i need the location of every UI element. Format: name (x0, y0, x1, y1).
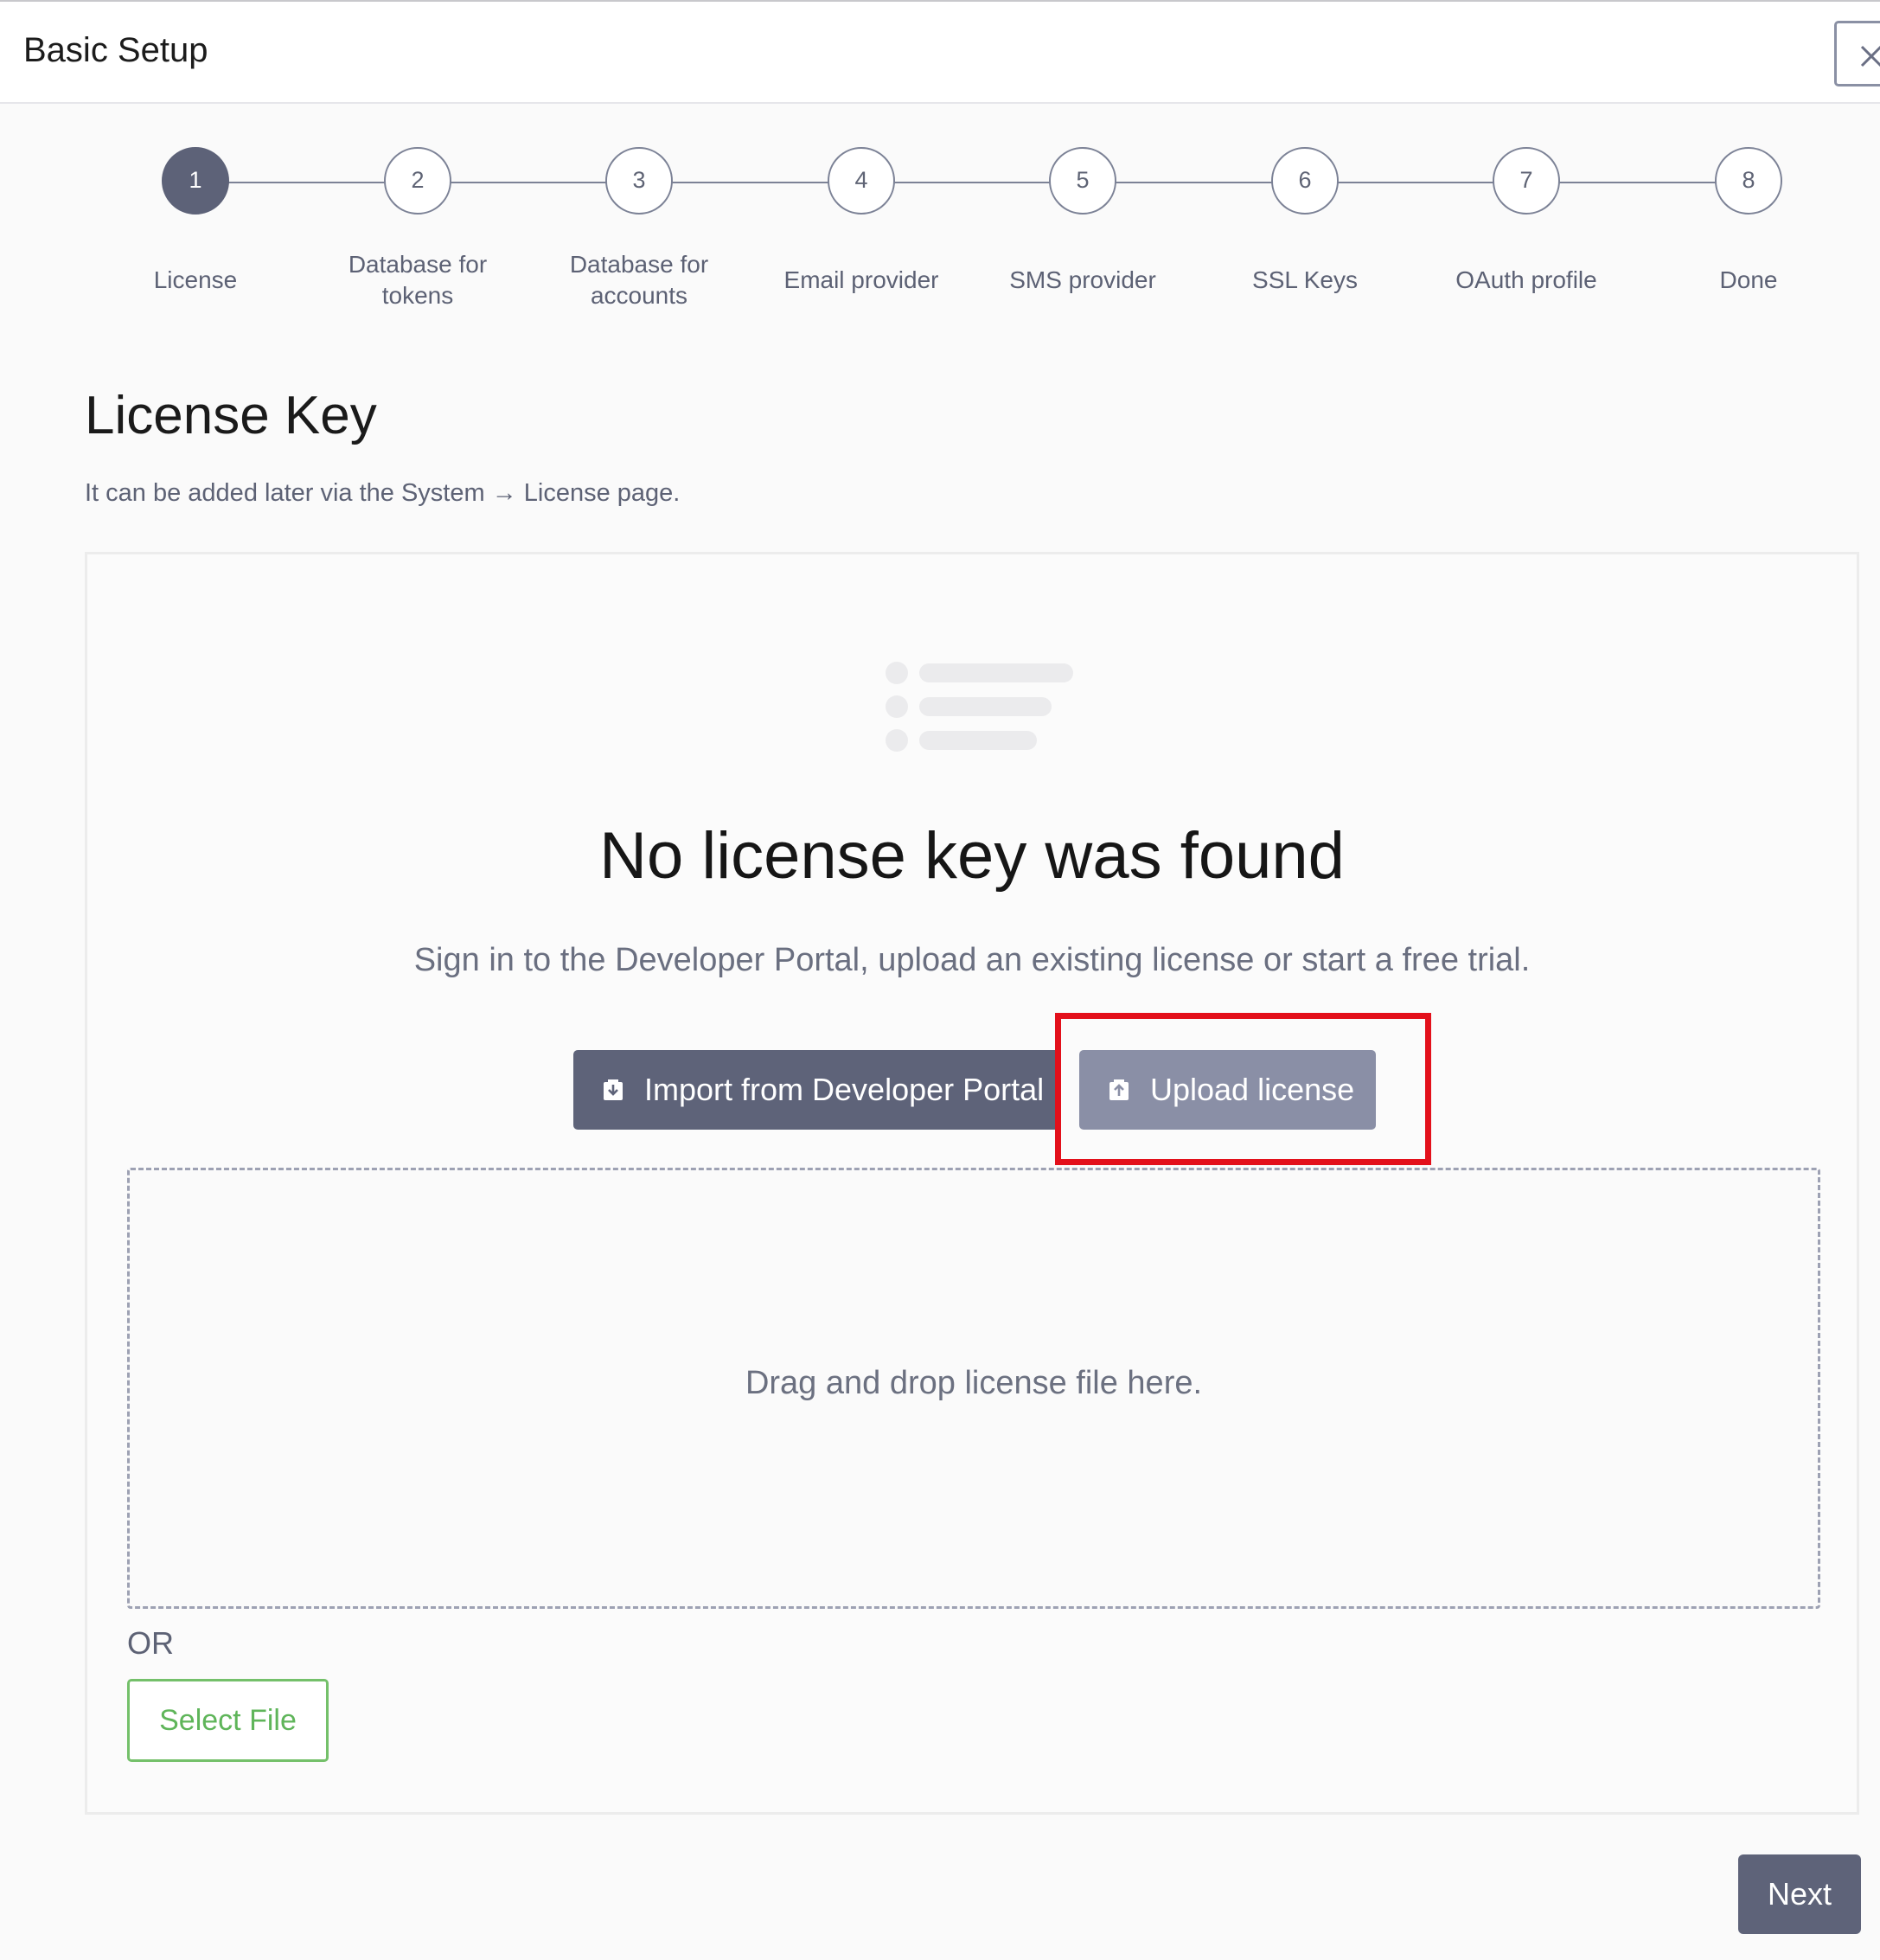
page-subtitle: It can be added later via the System → L… (85, 479, 681, 507)
dialog-header: Basic Setup (0, 0, 1880, 104)
step-label: Done (1719, 266, 1778, 293)
step-license[interactable]: 1 License (83, 147, 308, 296)
import-from-developer-portal-button[interactable]: Import from Developer Portal (573, 1050, 1059, 1130)
step-email-provider[interactable]: 4 Email provider (749, 147, 974, 296)
step-label: SSL Keys (1252, 266, 1358, 293)
dialog-title: Basic Setup (23, 31, 208, 69)
step-database-tokens[interactable]: 2 Database for tokens (305, 147, 530, 311)
list-placeholder-icon (886, 662, 1073, 752)
next-button[interactable]: Next (1738, 1854, 1861, 1934)
close-button[interactable] (1834, 21, 1880, 86)
step-number: 5 (1049, 147, 1116, 215)
license-dropzone[interactable]: Drag and drop license file here. (127, 1168, 1820, 1609)
step-ssl-keys[interactable]: 6 SSL Keys (1193, 147, 1417, 296)
highlight-box (1055, 1013, 1431, 1165)
page-title: License Key (85, 386, 377, 445)
step-done[interactable]: 8 Done (1636, 147, 1861, 296)
or-label: OR (127, 1625, 174, 1661)
step-number: 3 (605, 147, 673, 215)
step-number: 4 (828, 147, 895, 215)
step-number: 2 (384, 147, 451, 215)
step-number: 8 (1715, 147, 1782, 215)
step-label: License (153, 266, 238, 293)
step-number: 1 (162, 147, 229, 215)
step-label: SMS provider (1009, 266, 1156, 293)
select-file-button[interactable]: Select File (127, 1679, 329, 1762)
step-label: Database for accounts (569, 251, 709, 309)
step-sms-provider[interactable]: 5 SMS provider (970, 147, 1195, 296)
step-database-accounts[interactable]: 3 Database for accounts (527, 147, 751, 311)
step-oauth-profile[interactable]: 7 OAuth profile (1414, 147, 1639, 296)
step-label: Email provider (783, 266, 939, 293)
close-icon (1860, 45, 1880, 67)
empty-state-title: No license key was found (599, 819, 1345, 893)
download-icon (604, 1079, 623, 1100)
import-button-label: Import from Developer Portal (644, 1072, 1045, 1107)
step-number: 7 (1493, 147, 1560, 215)
license-card: No license key was found Sign in to the … (85, 552, 1859, 1815)
step-number: 6 (1271, 147, 1339, 215)
step-label: Database for tokens (348, 251, 488, 309)
setup-stepper: 1 License 2 Database for tokens 3 Databa… (0, 147, 1880, 320)
dropzone-text: Drag and drop license file here. (745, 1365, 1203, 1401)
step-label: OAuth profile (1455, 266, 1597, 293)
empty-state-description: Sign in to the Developer Portal, upload … (413, 942, 1531, 978)
